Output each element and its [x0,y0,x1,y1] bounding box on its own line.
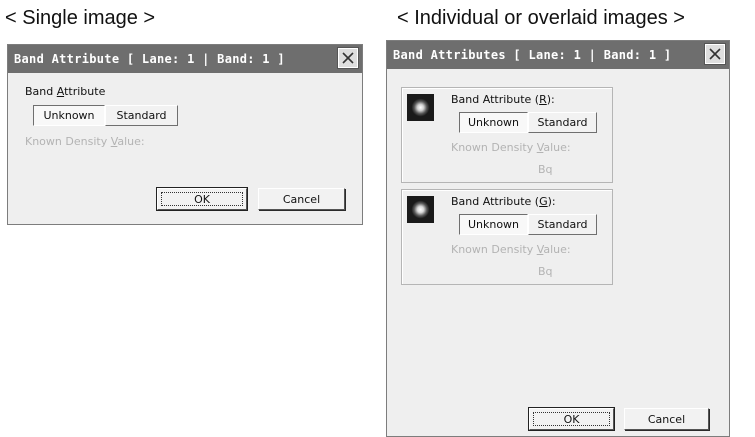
title-bar[interactable]: Band Attributes [ Lane: 1 | Band: 1 ] [387,41,729,69]
band-attribute-toggle: Unknown Standard [33,105,178,126]
heading-individual-or-overlaid-images: < Individual or overlaid images > [397,7,685,29]
band-preview-icon [407,94,434,121]
unknown-button[interactable]: Unknown [459,112,528,133]
band-attribute-dialog: Band Attribute [ Lane: 1 | Band: 1 ] Ban… [7,44,363,225]
cancel-button[interactable]: Cancel [624,408,709,430]
band-attribute-g-label: Band Attribute (G): [451,195,556,208]
title-bar[interactable]: Band Attribute [ Lane: 1 | Band: 1 ] [8,45,362,73]
ok-label: OK [563,412,580,426]
close-button[interactable] [338,48,358,68]
standard-button[interactable]: Standard [105,105,178,126]
unknown-button[interactable]: Unknown [33,105,105,126]
band-attributes-dialog: Band Attributes [ Lane: 1 | Band: 1 ] Ba… [386,40,730,437]
band-attribute-r-toggle: Unknown Standard [459,112,597,133]
ok-button[interactable]: OK [528,407,615,431]
band-preview-icon [407,196,434,223]
known-density-value-label: Known Density Value: [451,243,571,256]
standard-button[interactable]: Standard [528,112,597,133]
band-attribute-g-toggle: Unknown Standard [459,214,597,235]
close-icon [709,48,721,60]
density-unit-label: Bq [538,163,553,176]
ok-button[interactable]: OK [156,187,248,211]
ok-label: OK [194,192,210,206]
standard-button[interactable]: Standard [528,214,597,235]
cancel-button[interactable]: Cancel [258,188,345,210]
heading-single-image: < Single image > [5,7,156,29]
band-attribute-r-label: Band Attribute (R): [451,93,555,106]
dialog-title: Band Attributes [ Lane: 1 | Band: 1 ] [393,48,672,62]
band-attribute-group-g: Band Attribute (G): Unknown Standard Kno… [401,189,613,285]
close-button[interactable] [705,44,725,64]
known-density-value-label: Known Density Value: [25,135,145,148]
close-icon [342,52,354,64]
band-attribute-label: Band Attribute [25,85,106,98]
band-attribute-group-r: Band Attribute (R): Unknown Standard Kno… [401,87,613,183]
known-density-value-label: Known Density Value: [451,141,571,154]
unknown-button[interactable]: Unknown [459,214,528,235]
density-unit-label: Bq [538,265,553,278]
dialog-title: Band Attribute [ Lane: 1 | Band: 1 ] [14,52,285,66]
